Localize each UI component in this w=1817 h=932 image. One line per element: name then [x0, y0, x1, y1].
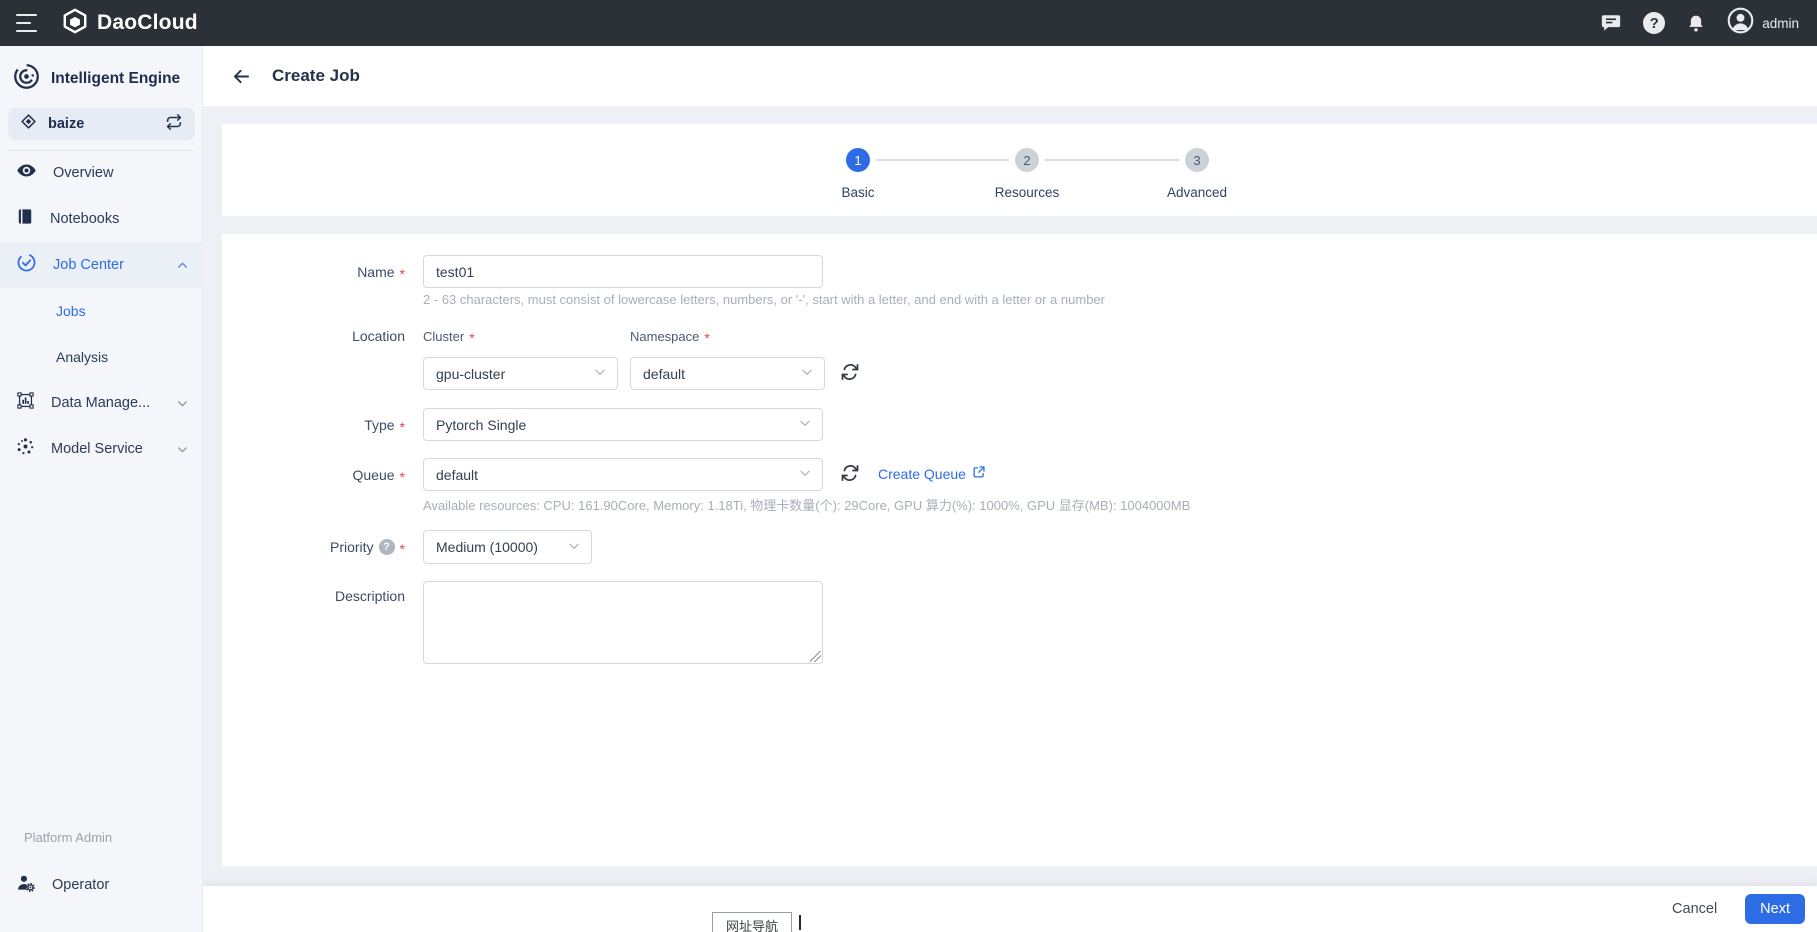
- priority-help-icon[interactable]: ?: [379, 539, 395, 555]
- external-link-icon: [972, 465, 986, 482]
- step-number: 1: [846, 148, 870, 172]
- workspace-selector[interactable]: baize: [8, 108, 195, 140]
- chevron-down-icon: [176, 443, 189, 456]
- name-hint: 2 - 63 characters, must consist of lower…: [423, 292, 1105, 307]
- chevron-down-icon: [798, 466, 812, 483]
- step-label: Resources: [957, 185, 1097, 200]
- step-label: Basic: [788, 185, 928, 200]
- chevron-up-icon: [176, 259, 189, 272]
- menu-toggle-button[interactable]: [14, 13, 40, 33]
- create-queue-link[interactable]: Create Queue: [878, 465, 986, 482]
- notifications-bell-icon[interactable]: [1686, 13, 1706, 34]
- sidebar-item-label: Model Service: [51, 441, 160, 457]
- data-management-icon: [16, 391, 35, 415]
- description-label: Description: [222, 586, 405, 606]
- chevron-down-icon: [567, 539, 581, 556]
- required-marker: *: [469, 330, 474, 346]
- topbar: DaoCloud ? admin: [0, 0, 1817, 46]
- back-arrow-icon[interactable]: [231, 66, 252, 87]
- step-resources: 2 Resources: [957, 148, 1097, 200]
- required-marker: *: [400, 419, 405, 435]
- step-number: 2: [1015, 148, 1039, 172]
- chevron-down-icon: [800, 365, 814, 382]
- platform-admin-section-label: Platform Admin: [24, 830, 112, 845]
- brand[interactable]: DaoCloud: [62, 8, 198, 39]
- text-cursor: [799, 915, 801, 930]
- feedback-chat-icon[interactable]: [1600, 12, 1622, 34]
- step-label: Advanced: [1127, 185, 1267, 200]
- description-textarea[interactable]: [423, 581, 823, 664]
- queue-select[interactable]: default: [423, 458, 823, 491]
- step-basic: 1 Basic: [788, 148, 928, 200]
- eye-icon: [16, 160, 37, 186]
- switch-workspace-icon[interactable]: [165, 113, 183, 136]
- username-label: admin: [1762, 16, 1799, 31]
- next-button[interactable]: Next: [1745, 894, 1805, 924]
- cluster-label: Cluster*: [423, 329, 475, 345]
- sidebar-item-label: Analysis: [56, 349, 189, 365]
- priority-select[interactable]: Medium (10000): [423, 530, 592, 564]
- brand-name: DaoCloud: [97, 11, 198, 35]
- type-label: Type*: [222, 408, 405, 441]
- cluster-select[interactable]: gpu-cluster: [423, 357, 618, 390]
- sidebar-item-model-service[interactable]: Model Service: [0, 426, 203, 472]
- name-label: Name*: [222, 255, 405, 288]
- sidebar-item-operator[interactable]: Operator: [0, 862, 203, 908]
- sidebar-item-data-management[interactable]: Data Manage...: [0, 380, 203, 426]
- avatar-icon: [1727, 7, 1754, 39]
- required-marker: *: [400, 469, 405, 485]
- required-marker: *: [400, 541, 405, 557]
- sidebar-item-analysis[interactable]: Analysis: [0, 334, 203, 380]
- page-title: Create Job: [272, 66, 360, 86]
- workspace-icon: [20, 113, 37, 135]
- browser-overlay-box: 网址导航: [712, 912, 792, 932]
- queue-resources-hint: Available resources: CPU: 161.90Core, Me…: [423, 495, 1190, 514]
- location-label: Location: [222, 326, 405, 346]
- name-input[interactable]: [423, 255, 823, 288]
- step-advanced: 3 Advanced: [1127, 148, 1267, 200]
- daocloud-logo-icon: [62, 8, 88, 39]
- type-select[interactable]: Pytorch Single: [423, 408, 823, 441]
- refresh-namespace-icon[interactable]: [840, 362, 860, 382]
- namespace-select[interactable]: default: [630, 357, 825, 390]
- step-number: 3: [1185, 148, 1209, 172]
- stepper: 1 Basic 2 Resources 3 Advanced: [222, 124, 1817, 216]
- refresh-queue-icon[interactable]: [840, 463, 860, 483]
- book-icon: [16, 207, 34, 231]
- sidebar-item-notebooks[interactable]: Notebooks: [0, 196, 203, 242]
- product-header: Intelligent Engine: [13, 63, 180, 95]
- sidebar-item-label: Jobs: [56, 303, 189, 319]
- workspace-name: baize: [48, 116, 154, 132]
- create-job-form: Name* 2 - 63 characters, must consist of…: [222, 234, 1817, 866]
- intelligent-engine-logo-icon: [13, 63, 40, 95]
- user-menu[interactable]: admin: [1727, 7, 1799, 39]
- namespace-label: Namespace*: [630, 329, 710, 345]
- product-title: Intelligent Engine: [51, 70, 180, 88]
- model-service-icon: [16, 437, 35, 461]
- required-marker: *: [400, 266, 405, 282]
- job-center-icon: [16, 252, 37, 278]
- sidebar-item-jobs[interactable]: Jobs: [0, 288, 203, 334]
- help-icon[interactable]: ?: [1643, 12, 1665, 34]
- required-marker: *: [704, 330, 709, 346]
- sidebar-item-label: Data Manage...: [51, 395, 160, 411]
- chevron-down-icon: [593, 365, 607, 382]
- sidebar-item-job-center[interactable]: Job Center: [0, 242, 203, 288]
- sidebar: Intelligent Engine baize Overview Notebo…: [0, 46, 203, 932]
- priority-label: Priority ? *: [222, 530, 405, 564]
- queue-label: Queue*: [222, 458, 405, 491]
- sidebar-item-label: Job Center: [53, 257, 160, 273]
- sidebar-item-label: Notebooks: [50, 211, 189, 227]
- sidebar-item-label: Overview: [53, 165, 189, 181]
- chevron-down-icon: [176, 397, 189, 410]
- sidebar-item-label: Operator: [52, 877, 189, 893]
- operator-icon: [16, 873, 36, 898]
- footer-actions: Cancel Next: [203, 886, 1817, 932]
- cancel-button[interactable]: Cancel: [1672, 901, 1717, 917]
- chevron-down-icon: [798, 416, 812, 433]
- page-header: Create Job: [203, 46, 1817, 106]
- sidebar-item-overview[interactable]: Overview: [0, 150, 203, 196]
